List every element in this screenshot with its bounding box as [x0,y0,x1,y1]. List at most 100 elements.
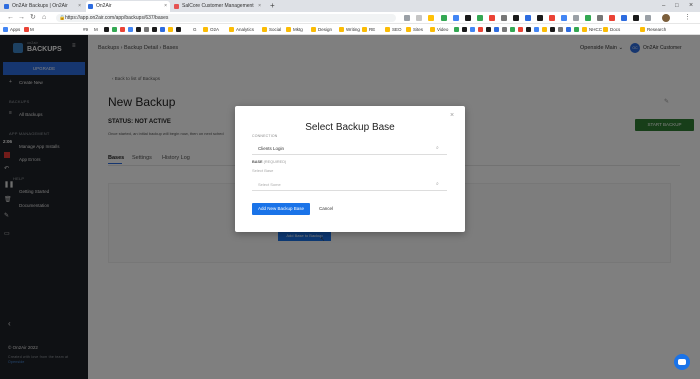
browser-tab[interactable]: SalCore Customer Management × [172,1,264,12]
bookmark-item[interactable]: M [94,24,98,35]
bookmark-folder[interactable]: Sites [413,24,423,35]
bookmark-icon[interactable] [160,27,165,32]
bookmark-icon[interactable] [526,27,531,32]
close-icon[interactable]: × [450,112,454,119]
bookmark-icon[interactable] [494,27,499,32]
minimize-icon[interactable]: – [662,0,665,12]
extension-icon[interactable] [465,15,471,21]
bookmark-icon[interactable] [104,27,109,32]
bookmark-folder[interactable]: SEO [392,24,402,35]
bookmark-item[interactable]: Apps [10,24,20,35]
chat-bubble-icon [678,359,686,365]
menu-dots-icon[interactable]: ⋮ [684,13,691,23]
chat-icon[interactable] [674,354,690,370]
extension-icon[interactable] [573,15,579,21]
bookmark-folder[interactable]: RE [369,24,375,35]
reload-icon[interactable]: ↻ [30,13,36,23]
bookmarks-bar: Apps M #9 M G O2A Analytics Social Mktg … [0,24,700,35]
bookmark-icon[interactable] [534,27,539,32]
bookmark-icon[interactable] [542,27,547,32]
bookmark-item[interactable]: #9 [83,24,88,35]
bookmark-icon[interactable] [24,27,29,32]
extension-icon[interactable] [585,15,591,21]
bookmark-icon[interactable] [168,27,173,32]
bookmark-icon[interactable] [478,27,483,32]
apps-grid-icon[interactable] [3,27,8,32]
extension-icon[interactable] [609,15,615,21]
bookmark-icon[interactable] [136,27,141,32]
close-icon[interactable]: × [258,1,261,12]
add-new-backup-base-button[interactable]: Add New Backup Base [252,203,310,215]
bookmark-item[interactable]: M [30,24,34,35]
new-tab-button[interactable]: + [270,0,275,12]
extension-icon[interactable] [549,15,555,21]
forward-arrow-icon[interactable]: → [18,13,25,23]
extension-icon[interactable] [477,15,483,21]
maximize-icon[interactable]: □ [675,0,679,12]
close-icon[interactable]: × [164,1,167,12]
bookmark-icon[interactable] [510,27,515,32]
cancel-button[interactable]: Cancel [319,206,333,211]
bookmark-icon[interactable] [574,27,579,32]
tab-favicon-icon [88,4,93,9]
back-arrow-icon[interactable]: ← [7,13,14,23]
bookmark-icon[interactable] [112,27,117,32]
bookmark-folder[interactable]: NHCC [589,24,602,35]
home-icon[interactable]: ⌂ [42,13,46,23]
bookmark-folder[interactable]: Video [437,24,448,35]
bookmark-icon[interactable] [120,27,125,32]
folder-icon [603,27,608,32]
bookmark-item[interactable]: G [193,24,197,35]
bookmark-folder[interactable]: Design [318,24,332,35]
bookmark-icon[interactable] [550,27,555,32]
window-close-icon[interactable]: × [689,0,693,12]
bookmark-folder[interactable]: O2A [210,24,219,35]
browser-toolbar: ← → ↻ ⌂ 🔒 https://app.on2air.com/app/bac… [0,12,700,24]
share-icon[interactable] [416,15,422,21]
url-bar[interactable]: 🔒 https://app.on2air.com/app/backups/637… [56,14,396,22]
bookmark-folder[interactable]: Docs [610,24,620,35]
bookmark-icon[interactable] [152,27,157,32]
extension-icon[interactable] [621,15,627,21]
extension-icon[interactable] [489,15,495,21]
base-select[interactable]: Select Some ⌕ [252,179,447,191]
browser-tab-active[interactable]: On2Air × [86,1,170,12]
bookmark-icon[interactable] [176,27,181,32]
browser-tab[interactable]: On2Air Backups | On2Air × [2,1,84,12]
star-icon[interactable] [428,15,434,21]
folder-icon [339,27,344,32]
bookmark-icon[interactable] [128,27,133,32]
bookmark-icon[interactable] [454,27,459,32]
close-icon[interactable]: × [78,1,81,12]
bookmark-icon[interactable] [470,27,475,32]
bookmark-icon[interactable] [566,27,571,32]
bookmark-icon[interactable] [502,27,507,32]
bookmark-folder[interactable]: Analytics [236,24,254,35]
connection-select[interactable]: Clients Login ⌕ [252,143,447,155]
extension-icon[interactable] [501,15,507,21]
extension-icon[interactable] [597,15,603,21]
bookmark-folder[interactable]: Writing [346,24,360,35]
extension-icon[interactable] [537,15,543,21]
bookmark-icon[interactable] [462,27,467,32]
bookmark-icon[interactable] [518,27,523,32]
bookmark-folder[interactable]: Mktg [293,24,303,35]
extension-icon[interactable] [645,15,651,21]
folder-icon [430,27,435,32]
profile-avatar[interactable] [662,14,670,22]
bookmark-icon[interactable] [486,27,491,32]
zoom-icon[interactable] [404,15,410,21]
extension-icon[interactable] [513,15,519,21]
extension-icon[interactable] [441,15,447,21]
extension-icon[interactable] [561,15,567,21]
bookmark-folder[interactable]: Research [647,24,666,35]
bookmark-folder[interactable]: Social [269,24,281,35]
modal-title: Select Backup Base [305,122,395,133]
extension-icon[interactable] [525,15,531,21]
extension-icon[interactable] [633,15,639,21]
bookmark-icon[interactable] [144,27,149,32]
bookmark-icon[interactable] [558,27,563,32]
folder-icon [385,27,390,32]
extension-icon[interactable] [453,15,459,21]
tab-favicon-icon [4,4,9,9]
